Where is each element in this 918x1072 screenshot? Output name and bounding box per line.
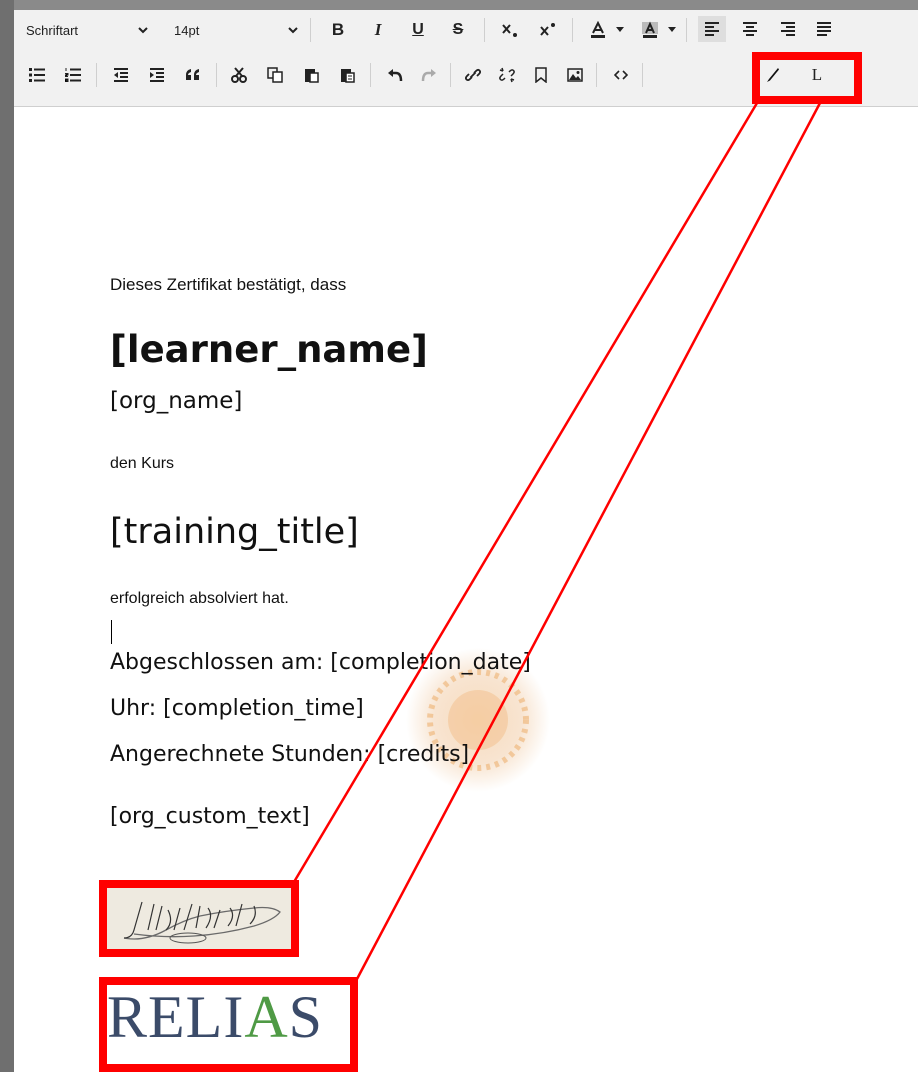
italic-icon: I [374,20,382,39]
toolbar-divider [572,18,573,42]
insert-link-button[interactable] [460,62,486,88]
completion-text: erfolgreich absolviert hat. [110,590,289,607]
indent-icon [150,68,164,82]
scissors-icon [231,67,247,83]
training-title-placeholder: [training_title] [110,512,359,552]
strikethrough-icon: S [452,21,464,38]
toolbar-highlight-box [752,52,862,104]
decrease-indent-button[interactable] [108,62,134,88]
copy-button[interactable] [262,62,288,88]
blockquote-button[interactable] [180,62,206,88]
toolbar-divider [96,63,97,87]
paste-text-icon [341,69,355,83]
bookmark-icon [535,67,547,83]
learner-name-placeholder: [learner_name] [110,328,428,371]
font-size-chevron-down-icon[interactable] [286,17,300,43]
toolbar-divider [484,18,485,42]
toolbar-divider [686,18,687,42]
org-name-placeholder: [org_name] [110,388,243,414]
redo-button[interactable] [416,62,442,88]
certificate-editor-window: Schriftart 14pt B I U S L Dieses Zertifi… [0,0,918,1072]
underline-icon: U [412,21,424,38]
certificate-intro-text: Dieses Zertifikat bestätigt, dass [110,275,347,294]
italic-button[interactable]: I [366,17,390,43]
bookmark-button[interactable] [528,62,554,88]
insert-image-button[interactable] [562,62,588,88]
quote-icon [186,69,199,80]
align-justify-button[interactable] [810,16,838,42]
copy-icon [267,67,283,83]
font-size-value: 14pt [174,22,200,38]
bold-icon: B [331,20,345,39]
toolbar-divider [370,63,371,87]
bullet-list-icon [29,68,45,82]
toolbar-divider [450,63,451,87]
paste-icon [305,69,319,83]
subscript-icon [502,24,517,37]
align-left-icon [705,22,719,36]
toolbar-divider [310,18,311,42]
superscript-button[interactable] [536,17,560,43]
signature-highlight-box [99,880,299,957]
bullet-list-button[interactable] [24,62,50,88]
unlink-icon [499,67,515,83]
superscript-icon [540,23,555,36]
align-justify-icon [817,22,831,36]
toolbar-divider [642,63,643,87]
text-color-button[interactable] [586,17,610,43]
font-family-chevron-down-icon[interactable] [136,17,150,43]
strikethrough-button[interactable]: S [446,17,470,43]
text-color-icon [591,21,605,38]
align-center-button[interactable] [736,16,764,42]
align-right-icon [781,22,795,36]
align-center-icon [743,22,757,36]
outdent-icon [114,68,128,82]
window-border-top [0,0,918,10]
source-code-button[interactable] [608,62,634,88]
font-size-dropdown[interactable]: 14pt [174,17,234,43]
window-border-left [0,0,14,1072]
increase-indent-button[interactable] [144,62,170,88]
subscript-button[interactable] [498,17,522,43]
image-icon [567,68,583,82]
undo-button[interactable] [382,62,408,88]
completion-date-line: Abgeschlossen am: [completion_date] [110,650,531,675]
redo-icon [421,69,436,82]
toolbar-divider [596,63,597,87]
align-right-button[interactable] [774,16,802,42]
numbered-list-icon [65,68,81,82]
link-icon [465,68,481,82]
logo-highlight-box [99,977,358,1072]
completion-time-line: Uhr: [completion_time] [110,696,364,721]
bold-button[interactable]: B [326,17,350,43]
course-label-text: den Kurs [110,455,175,472]
numbered-list-button[interactable] [60,62,86,88]
org-custom-text-placeholder: [org_custom_text] [110,804,310,829]
code-icon [614,70,628,80]
paste-as-text-button[interactable] [334,62,360,88]
background-color-icon [642,21,658,38]
remove-link-button[interactable] [494,62,520,88]
text-cursor [111,620,112,644]
font-family-dropdown[interactable]: Schriftart [26,17,112,43]
credits-line: Angerechnete Stunden: [credits] [110,742,470,767]
background-color-chevron-down-icon[interactable] [666,17,678,43]
paste-button[interactable] [298,62,324,88]
toolbar-divider [216,63,217,87]
background-color-button[interactable] [638,17,662,43]
underline-button[interactable]: U [406,17,430,43]
text-color-chevron-down-icon[interactable] [614,17,626,43]
align-left-button[interactable] [698,16,726,42]
cut-button[interactable] [226,62,252,88]
undo-icon [388,69,403,82]
font-family-label: Schriftart [26,22,79,38]
